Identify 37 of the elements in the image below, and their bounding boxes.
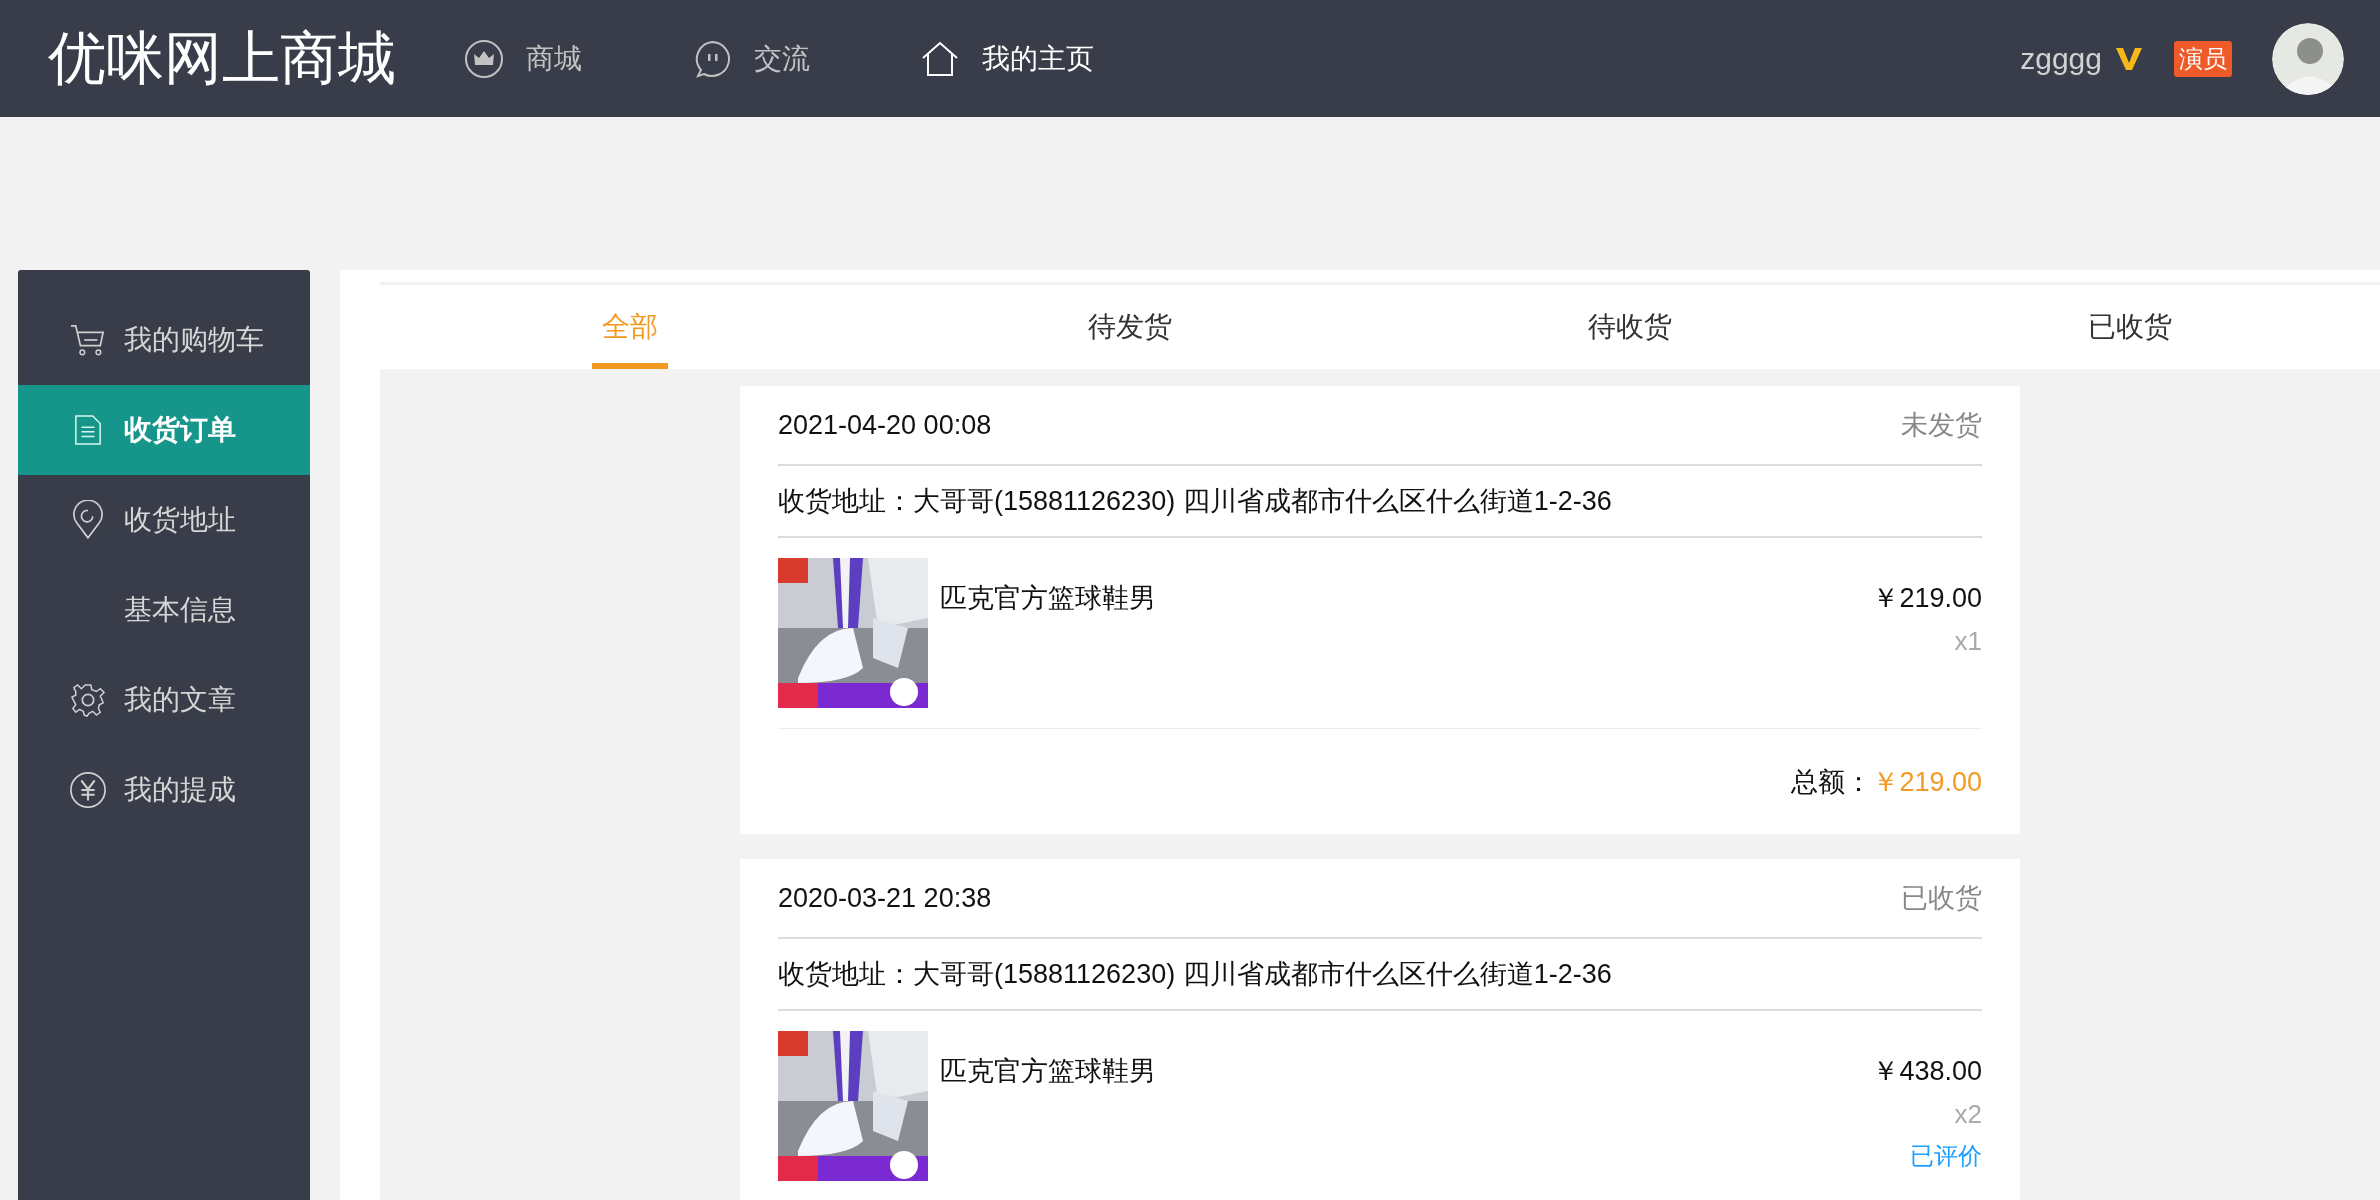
avatar-icon[interactable] (2272, 22, 2344, 95)
total-label: 总额： (1791, 765, 1873, 799)
order-tab[interactable]: 已收货 (1880, 285, 2380, 369)
nav-link[interactable]: 商城 (464, 38, 664, 79)
crown-icon (464, 38, 504, 79)
shipping-address: 收货地址：大哥哥(15881126230) 四川省成都市什么区什么街道1-2-36 (778, 485, 1612, 518)
product-price: ￥219.00 (1872, 582, 1982, 615)
yen-coin-icon (69, 771, 107, 809)
shipping-address: 收货地址：大哥哥(15881126230) 四川省成都市什么区什么街道1-2-36 (778, 958, 1612, 991)
sidebar-item[interactable]: 我的提成 (18, 745, 310, 835)
nav-link[interactable]: 交流 (692, 38, 892, 79)
order-tab[interactable]: 待发货 (880, 285, 1380, 369)
product-name[interactable]: 匹克官方篮球鞋男 (940, 580, 1156, 616)
sidebar-item[interactable]: 我的文章 (18, 655, 310, 745)
order-tab[interactable]: 待收货 (1380, 285, 1880, 369)
v-mark-icon (2114, 45, 2144, 72)
cart-icon (69, 323, 107, 357)
product-quantity: x1 (1954, 626, 1982, 657)
product-price: ￥438.00 (1872, 1055, 1982, 1088)
nav-link[interactable]: 我的主页 (920, 38, 1120, 79)
role-badge: 演员 (2174, 40, 2232, 77)
product-quantity: x2 (1954, 1099, 1982, 1130)
sidebar-item[interactable]: 我的购物车 (18, 295, 310, 385)
username[interactable]: zgggg (2020, 41, 2102, 76)
sidebar-item[interactable]: 收货地址 (18, 475, 310, 565)
product-name[interactable]: 匹克官方篮球鞋男 (940, 1053, 1156, 1089)
order-status: 未发货 (1901, 409, 1982, 442)
document-icon (74, 415, 102, 445)
total-amount: ￥219.00 (1872, 765, 1982, 799)
sidebar-item[interactable]: 基本信息 (18, 565, 310, 655)
gear-icon (71, 683, 105, 717)
site-logo[interactable]: 优咪网上商城 (48, 19, 396, 98)
order-status: 已收货 (1901, 882, 1982, 915)
order-date: 2021-04-20 00:08 (778, 409, 992, 441)
sidebar-item[interactable]: 收货订单 (18, 385, 310, 475)
order-date: 2020-03-21 20:38 (778, 882, 992, 914)
location-pin-icon (72, 500, 104, 540)
